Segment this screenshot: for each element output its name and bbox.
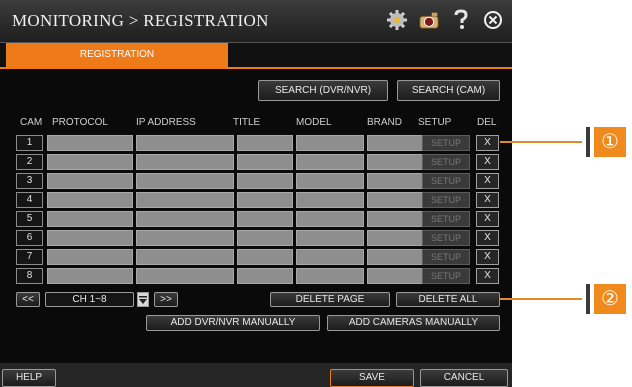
cam-number: 1 xyxy=(16,135,43,151)
add-dvr-nvr-manually-button[interactable]: ADD DVR/NVR MANUALLY xyxy=(146,315,320,331)
cam-number: 7 xyxy=(16,249,43,265)
setup-button[interactable]: SETUP xyxy=(422,211,470,227)
ip-cell[interactable] xyxy=(136,192,234,208)
ip-cell[interactable] xyxy=(136,154,234,170)
col-setup: SETUP xyxy=(418,117,452,128)
ip-cell[interactable] xyxy=(136,230,234,246)
ip-cell[interactable] xyxy=(136,211,234,227)
protocol-cell[interactable] xyxy=(47,192,133,208)
delete-page-button[interactable]: DELETE PAGE xyxy=(270,292,390,307)
channel-dropdown-arrow[interactable] xyxy=(137,292,149,307)
callout-1-bar xyxy=(586,127,590,157)
delete-button[interactable]: X xyxy=(476,154,499,170)
col-cam: CAM xyxy=(20,117,43,128)
title-cell[interactable] xyxy=(237,211,293,227)
registration-window: MONITORING > REGISTRATION REGISTRATION S… xyxy=(0,0,512,387)
setup-button[interactable]: SETUP xyxy=(422,268,470,284)
callout-1-badge: ① xyxy=(594,127,626,157)
save-button[interactable]: SAVE xyxy=(330,369,414,387)
setup-button[interactable]: SETUP xyxy=(422,249,470,265)
cam-number: 6 xyxy=(16,230,43,246)
model-cell[interactable] xyxy=(296,249,364,265)
callout-2-bar xyxy=(586,284,590,314)
cam-number: 4 xyxy=(16,192,43,208)
model-cell[interactable] xyxy=(296,230,364,246)
callout-1-line xyxy=(500,141,582,143)
title-icons xyxy=(386,9,504,31)
camera-icon[interactable] xyxy=(418,9,440,31)
protocol-cell[interactable] xyxy=(47,211,133,227)
title-cell[interactable] xyxy=(237,192,293,208)
cancel-button[interactable]: CANCEL xyxy=(420,369,508,387)
protocol-cell[interactable] xyxy=(47,154,133,170)
col-brand: BRAND xyxy=(367,117,403,128)
protocol-cell[interactable] xyxy=(47,268,133,284)
cam-number: 8 xyxy=(16,268,43,284)
prev-page-button[interactable]: << xyxy=(16,292,40,307)
model-cell[interactable] xyxy=(296,211,364,227)
cam-number: 5 xyxy=(16,211,43,227)
protocol-cell[interactable] xyxy=(47,135,133,151)
title-cell[interactable] xyxy=(237,230,293,246)
delete-button[interactable]: X xyxy=(476,249,499,265)
delete-all-button[interactable]: DELETE ALL xyxy=(396,292,500,307)
footer-bar: HELP SAVE CANCEL xyxy=(0,363,512,387)
close-icon[interactable] xyxy=(482,9,504,31)
delete-button[interactable]: X xyxy=(476,173,499,189)
col-ip: IP ADDRESS xyxy=(136,117,196,128)
add-cameras-manually-button[interactable]: ADD CAMERAS MANUALLY xyxy=(327,315,500,331)
col-del: DEL xyxy=(477,117,497,128)
setup-button[interactable]: SETUP xyxy=(422,135,470,151)
window-title: MONITORING > REGISTRATION xyxy=(12,11,269,30)
col-model: MODEL xyxy=(296,117,332,128)
protocol-cell[interactable] xyxy=(47,249,133,265)
ip-cell[interactable] xyxy=(136,268,234,284)
title-cell[interactable] xyxy=(237,249,293,265)
delete-button[interactable]: X xyxy=(476,192,499,208)
setup-button[interactable]: SETUP xyxy=(422,192,470,208)
ip-cell[interactable] xyxy=(136,249,234,265)
delete-button[interactable]: X xyxy=(476,230,499,246)
callout-2-line xyxy=(500,298,582,300)
setup-button[interactable]: SETUP xyxy=(422,173,470,189)
title-cell[interactable] xyxy=(237,135,293,151)
title-cell[interactable] xyxy=(237,154,293,170)
setup-button[interactable]: SETUP xyxy=(422,154,470,170)
chevron-down-icon xyxy=(139,296,147,304)
tab-registration[interactable]: REGISTRATION xyxy=(6,43,228,67)
cam-number: 3 xyxy=(16,173,43,189)
setup-button[interactable]: SETUP xyxy=(422,230,470,246)
callout-2-badge: ② xyxy=(594,284,626,314)
title-bar: MONITORING > REGISTRATION xyxy=(0,0,512,43)
model-cell[interactable] xyxy=(296,268,364,284)
search-dvr-nvr-button[interactable]: SEARCH (DVR/NVR) xyxy=(258,80,388,101)
model-cell[interactable] xyxy=(296,173,364,189)
tab-bar: REGISTRATION xyxy=(0,43,512,69)
model-cell[interactable] xyxy=(296,192,364,208)
help-button[interactable]: HELP xyxy=(2,369,56,387)
help-icon[interactable] xyxy=(450,9,472,31)
ip-cell[interactable] xyxy=(136,173,234,189)
col-protocol: PROTOCOL xyxy=(52,117,108,128)
delete-button[interactable]: X xyxy=(476,135,499,151)
model-cell[interactable] xyxy=(296,154,364,170)
next-page-button[interactable]: >> xyxy=(154,292,178,307)
ip-cell[interactable] xyxy=(136,135,234,151)
protocol-cell[interactable] xyxy=(47,230,133,246)
gear-icon[interactable] xyxy=(386,9,408,31)
delete-button[interactable]: X xyxy=(476,268,499,284)
search-cam-button[interactable]: SEARCH (CAM) xyxy=(397,80,500,101)
channel-select[interactable]: CH 1~8 xyxy=(45,292,134,307)
delete-button[interactable]: X xyxy=(476,211,499,227)
model-cell[interactable] xyxy=(296,135,364,151)
title-cell[interactable] xyxy=(237,173,293,189)
col-title: TITLE xyxy=(233,117,261,128)
title-cell[interactable] xyxy=(237,268,293,284)
protocol-cell[interactable] xyxy=(47,173,133,189)
cam-number: 2 xyxy=(16,154,43,170)
